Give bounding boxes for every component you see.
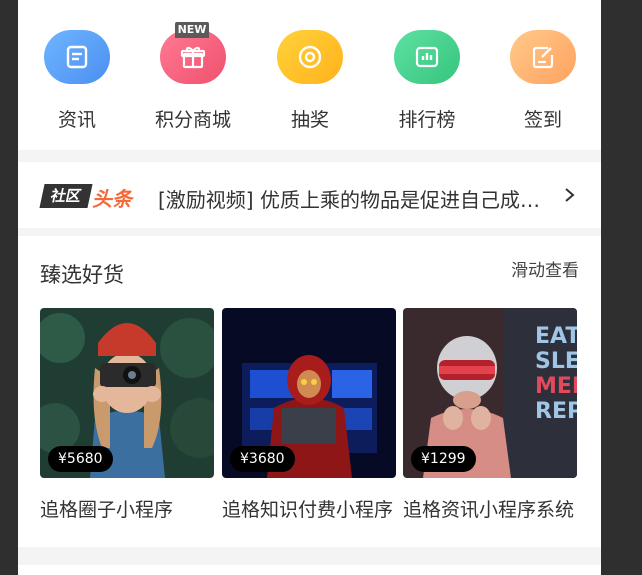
community-headline-logo: 社区 头条 <box>39 184 134 211</box>
new-badge: NEW <box>175 22 209 38</box>
nav-label: 排行榜 <box>398 109 456 131</box>
svg-text:REPE: REPE <box>535 399 577 424</box>
phone-screen: 资讯 NEW 积分商城 抽奖 排行榜 签到 社区 头条 [激励视频] 优质上乘的… <box>18 0 601 575</box>
nav-label: 资讯 <box>57 109 96 131</box>
svg-text:EAT: EAT <box>535 324 577 349</box>
nav-label: 签到 <box>523 109 562 131</box>
product-name: 追格资讯小程序系统 <box>403 499 575 521</box>
next-section <box>18 565 601 575</box>
nav-label: 抽奖 <box>290 109 329 131</box>
price-tag: ¥5680 <box>48 446 113 472</box>
chevron-right-icon[interactable] <box>563 184 577 206</box>
product-name: 追格知识付费小程序 <box>222 499 394 521</box>
lottery-icon <box>277 30 343 84</box>
logo-left-text: 社区 <box>39 184 93 208</box>
news-ticker[interactable]: 社区 头条 [激励视频] 优质上乘的物品是促进自己成长的关键 <box>18 162 601 228</box>
gift-icon <box>160 30 226 84</box>
featured-goods: 臻选好货 滑动查看 ¥5680 追格圈子小程序 ¥3680 追格知识付费小程序 … <box>18 236 601 547</box>
nav-item-leaderboard[interactable]: 排行榜 <box>382 22 472 132</box>
chart-icon <box>394 30 460 84</box>
svg-text:MEDIA: MEDIA <box>535 374 577 399</box>
checkin-icon <box>510 30 576 84</box>
news-icon <box>44 30 110 84</box>
nav-item-news[interactable]: 资讯 <box>32 22 122 132</box>
price-tag: ¥1299 <box>411 446 476 472</box>
quick-nav: 资讯 NEW 积分商城 抽奖 排行榜 签到 <box>18 0 601 150</box>
svg-text:SLEE: SLEE <box>535 349 577 374</box>
nav-item-points-mall[interactable]: NEW 积分商城 <box>148 22 238 132</box>
swipe-hint-link[interactable]: 滑动查看 <box>511 256 579 281</box>
nav-item-checkin[interactable]: 签到 <box>498 22 588 132</box>
nav-item-lottery[interactable]: 抽奖 <box>265 22 355 132</box>
ticker-headline[interactable]: [激励视频] 优质上乘的物品是促进自己成长的关键 <box>158 184 558 213</box>
price-tag: ¥3680 <box>230 446 295 472</box>
logo-right-text: 头条 <box>92 187 132 211</box>
product-name: 追格圈子小程序 <box>40 499 174 521</box>
section-title: 臻选好货 <box>40 263 124 287</box>
nav-label: 积分商城 <box>154 109 231 131</box>
